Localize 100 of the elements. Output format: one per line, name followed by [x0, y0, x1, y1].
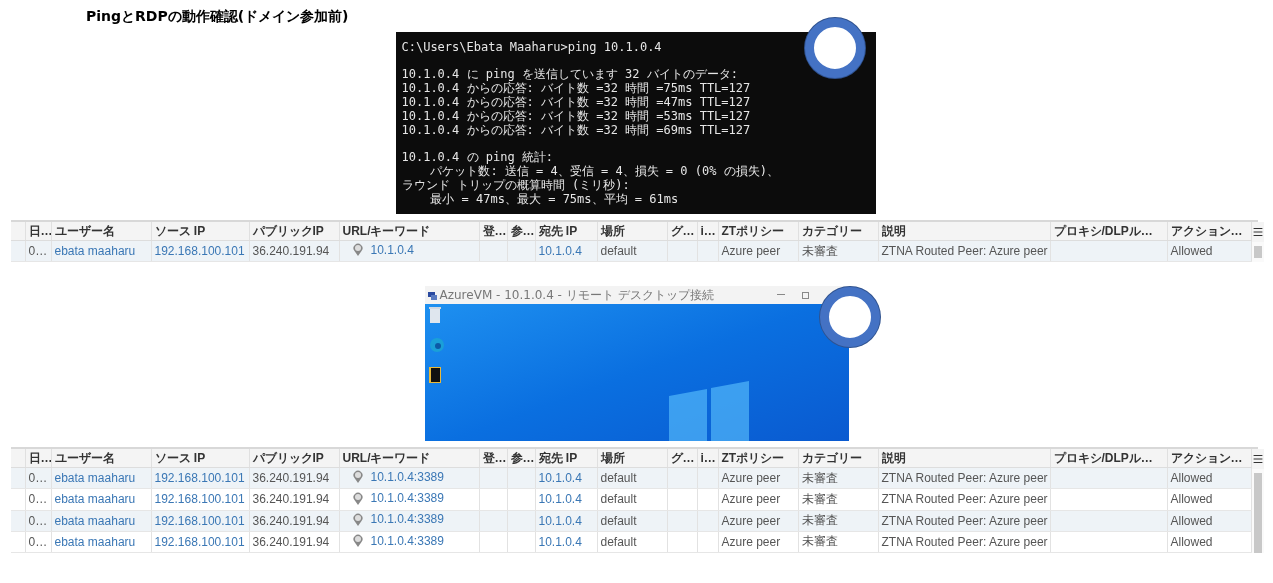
- table-link[interactable]: 10.1.0.4: [535, 240, 597, 262]
- table-link[interactable]: 10.1.0.4:3389: [370, 533, 444, 548]
- table-link[interactable]: 10.1.0.4: [535, 488, 597, 510]
- remote-desktop-icon: [427, 290, 437, 300]
- table-cell: 未審査: [798, 240, 878, 262]
- table-cell: default: [597, 467, 667, 489]
- table-link[interactable]: 10.1.0.4: [535, 467, 597, 489]
- table-cell: 未審査: [798, 531, 878, 553]
- circle-annotation: [805, 18, 865, 78]
- book-icon[interactable]: [428, 367, 441, 383]
- column-header[interactable]: 説明: [878, 222, 1050, 241]
- terminal-line: 10.1.0.4 からの応答: バイト数 =32 時間 =47ms TTL=127: [401, 95, 752, 109]
- table-link[interactable]: 10.1.0.4:3389: [370, 491, 444, 506]
- maximize-icon[interactable]: [801, 291, 809, 299]
- table-link[interactable]: 192.168.100.101: [151, 488, 249, 510]
- column-header[interactable]: ZTポリシー: [718, 222, 798, 241]
- table-cell: ZTNA Routed Peer: Azure peer: [878, 531, 1050, 553]
- table-cell: Azure peer: [718, 510, 798, 532]
- terminal-line: 10.1.0.4 の ping 統計:: [401, 150, 555, 164]
- column-header[interactable]: グ…: [667, 222, 697, 241]
- table-cell: 36.240.191.94: [249, 240, 339, 262]
- table-cell: 0…: [25, 531, 51, 553]
- column-header[interactable]: 宛先 IP: [535, 449, 597, 468]
- column-header[interactable]: ソース IP: [151, 222, 249, 241]
- table-cell: 36.240.191.94: [249, 531, 339, 553]
- ip-pin-icon: [352, 512, 363, 526]
- table-cell: ZTNA Routed Peer: Azure peer: [878, 467, 1050, 489]
- ip-pin-icon: [352, 491, 363, 505]
- table-cell: 36.240.191.94: [249, 510, 339, 532]
- column-header[interactable]: ソース IP: [151, 449, 249, 468]
- table-cell: ZTNA Routed Peer: Azure peer: [878, 510, 1050, 532]
- column-header[interactable]: 参…: [507, 449, 535, 468]
- scrollbar-thumb[interactable]: [1253, 473, 1262, 553]
- table-link[interactable]: ebata maaharu: [51, 531, 151, 553]
- column-header[interactable]: URL/キーワード: [339, 222, 479, 241]
- terminal-line: 最小 = 47ms、最大 = 75ms、平均 = 61ms: [429, 192, 680, 206]
- minimize-icon[interactable]: [776, 294, 785, 296]
- column-header[interactable]: プロキシ/DLPル…: [1050, 222, 1167, 241]
- column-header[interactable]: i…: [697, 222, 718, 241]
- column-header[interactable]: グ…: [667, 449, 697, 468]
- column-header[interactable]: URL/キーワード: [339, 449, 479, 468]
- menu-icon: [1251, 453, 1264, 465]
- table-cell: 未審査: [798, 467, 878, 489]
- table-cell: Azure peer: [718, 467, 798, 489]
- column-header[interactable]: 登…: [479, 449, 507, 468]
- column-header[interactable]: パブリックIP: [249, 449, 339, 468]
- table-cell: default: [597, 240, 667, 262]
- column-header[interactable]: 登…: [479, 222, 507, 241]
- table-link[interactable]: 10.1.0.4: [535, 531, 597, 553]
- column-header[interactable]: ユーザー名: [51, 449, 151, 468]
- column-header[interactable]: 説明: [878, 449, 1050, 468]
- ip-pin-icon: [352, 534, 363, 548]
- table-link[interactable]: 10.1.0.4: [535, 510, 597, 532]
- table-link[interactable]: 10.1.0.4:3389: [370, 512, 444, 527]
- ip-pin-icon: [352, 243, 363, 257]
- column-header[interactable]: パブリックIP: [249, 222, 339, 241]
- table-cell: 未審査: [798, 488, 878, 510]
- table-link[interactable]: 10.1.0.4:3389: [370, 469, 444, 484]
- table-link[interactable]: 192.168.100.101: [151, 240, 249, 262]
- column-header[interactable]: 宛先 IP: [535, 222, 597, 241]
- column-header[interactable]: ユーザー名: [51, 222, 151, 241]
- column-header[interactable]: プロキシ/DLPル…: [1050, 449, 1167, 468]
- table-link[interactable]: 192.168.100.101: [151, 531, 249, 553]
- table-cell: Azure peer: [718, 531, 798, 553]
- table-cell: 0…: [25, 467, 51, 489]
- table-cell: ZTNA Routed Peer: Azure peer: [878, 488, 1050, 510]
- window-title: AzureVM - 10.1.0.4 - リモート デスクトップ接続: [439, 286, 715, 304]
- table-cell: default: [597, 488, 667, 510]
- table-link[interactable]: 192.168.100.101: [151, 467, 249, 489]
- column-header[interactable]: カテゴリー: [798, 222, 878, 241]
- table-cell: 0…: [25, 510, 51, 532]
- table-link[interactable]: ebata maaharu: [51, 467, 151, 489]
- terminal-line: 10.1.0.4 に ping を送信しています 32 バイトのデータ:: [401, 67, 739, 81]
- table-link[interactable]: 192.168.100.101: [151, 510, 249, 532]
- table-link[interactable]: ebata maaharu: [51, 240, 151, 262]
- terminal-line: ラウンド トリップの概算時間 (ミリ秒):: [401, 178, 631, 192]
- terminal-line: 10.1.0.4 からの応答: バイト数 =32 時間 =75ms TTL=127: [401, 81, 752, 95]
- table-link[interactable]: ebata maaharu: [51, 488, 151, 510]
- table-link[interactable]: 10.1.0.4: [370, 242, 414, 257]
- column-header[interactable]: カテゴリー: [798, 449, 878, 468]
- table-cell: ZTNA Routed Peer: Azure peer: [878, 240, 1050, 262]
- column-header[interactable]: アクション…: [1167, 449, 1251, 468]
- table-cell: Allowed: [1167, 531, 1251, 553]
- column-header[interactable]: ZTポリシー: [718, 449, 798, 468]
- column-header[interactable]: アクション…: [1167, 222, 1251, 241]
- table-cell: 未審査: [798, 510, 878, 532]
- terminal-line: C:\Users\Ebata Maaharu>ping 10.1.0.4: [401, 40, 663, 54]
- column-header[interactable]: i…: [697, 449, 718, 468]
- page-title: PingとRDPの動作確認(ドメイン参加前): [86, 8, 349, 26]
- table-cell: Allowed: [1167, 467, 1251, 489]
- table-cell: Allowed: [1167, 488, 1251, 510]
- table-link[interactable]: ebata maaharu: [51, 510, 151, 532]
- recycle-bin-icon[interactable]: [428, 307, 441, 323]
- column-header[interactable]: 場所: [597, 222, 667, 241]
- browser-icon[interactable]: [428, 337, 445, 353]
- column-header[interactable]: 参…: [507, 222, 535, 241]
- table-cell: Allowed: [1167, 510, 1251, 532]
- menu-icon: [1251, 226, 1264, 238]
- column-header[interactable]: 場所: [597, 449, 667, 468]
- scrollbar-thumb[interactable]: [1253, 246, 1262, 258]
